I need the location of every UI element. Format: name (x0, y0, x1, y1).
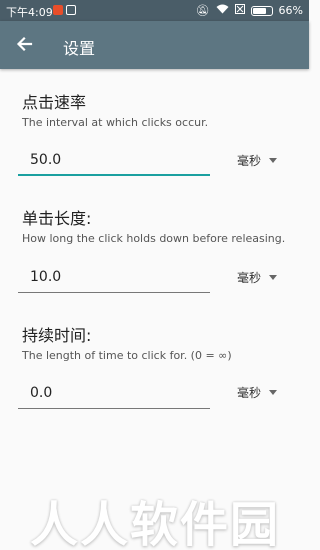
duration-input[interactable] (18, 379, 210, 407)
battery-icon (250, 5, 273, 16)
watermark-logo: 人人软件园 (30, 497, 281, 550)
dropdown-caret-icon (269, 390, 278, 395)
battery-percent: 66% (278, 4, 303, 17)
click-length-unit-select[interactable]: 毫秒 (237, 269, 278, 286)
unit-label: 毫秒 (237, 386, 262, 400)
page-title: 设置 (63, 39, 96, 58)
status-right-group: 🔕︎ 66% (196, 4, 303, 17)
unit-label: 毫秒 (237, 271, 262, 285)
setting-heading: 持续时间: (22, 326, 92, 345)
arrow-back-icon[interactable] (12, 31, 38, 57)
unit-label: 毫秒 (237, 154, 262, 168)
duration-field (18, 379, 210, 409)
duration-unit-select[interactable]: 毫秒 (237, 384, 278, 401)
setting-description: How long the click holds down before rel… (22, 232, 286, 245)
notification-app-icon (53, 5, 63, 15)
dnd-icon: 🔕︎ (195, 4, 210, 17)
wifi-icon (216, 4, 229, 17)
dropdown-caret-icon (269, 158, 278, 163)
setting-description: The length of time to click for. (0 = ∞) (22, 349, 232, 362)
setting-duration: 持续时间: The length of time to click for. (… (22, 322, 292, 362)
setting-click-rate: 点击速率 The interval at which clicks occur. (22, 89, 292, 129)
app-bar: 设置 (0, 21, 309, 69)
setting-heading: 点击速率 (22, 93, 87, 112)
click-length-field (18, 263, 210, 293)
dropdown-caret-icon (269, 275, 278, 280)
click-rate-field (18, 146, 210, 176)
setting-click-length: 单击长度: How long the click holds down befo… (22, 205, 292, 245)
status-time: 下午4:09 (6, 6, 53, 19)
notification-message-icon (66, 5, 76, 15)
setting-description: The interval at which clicks occur. (22, 116, 209, 129)
setting-heading: 单击长度: (22, 209, 92, 228)
status-bar: 下午4:09 🔕︎ 66% (0, 0, 309, 21)
click-rate-input[interactable] (18, 146, 210, 174)
click-length-input[interactable] (18, 263, 210, 291)
sim-icon (234, 4, 245, 17)
click-rate-unit-select[interactable]: 毫秒 (237, 152, 278, 169)
